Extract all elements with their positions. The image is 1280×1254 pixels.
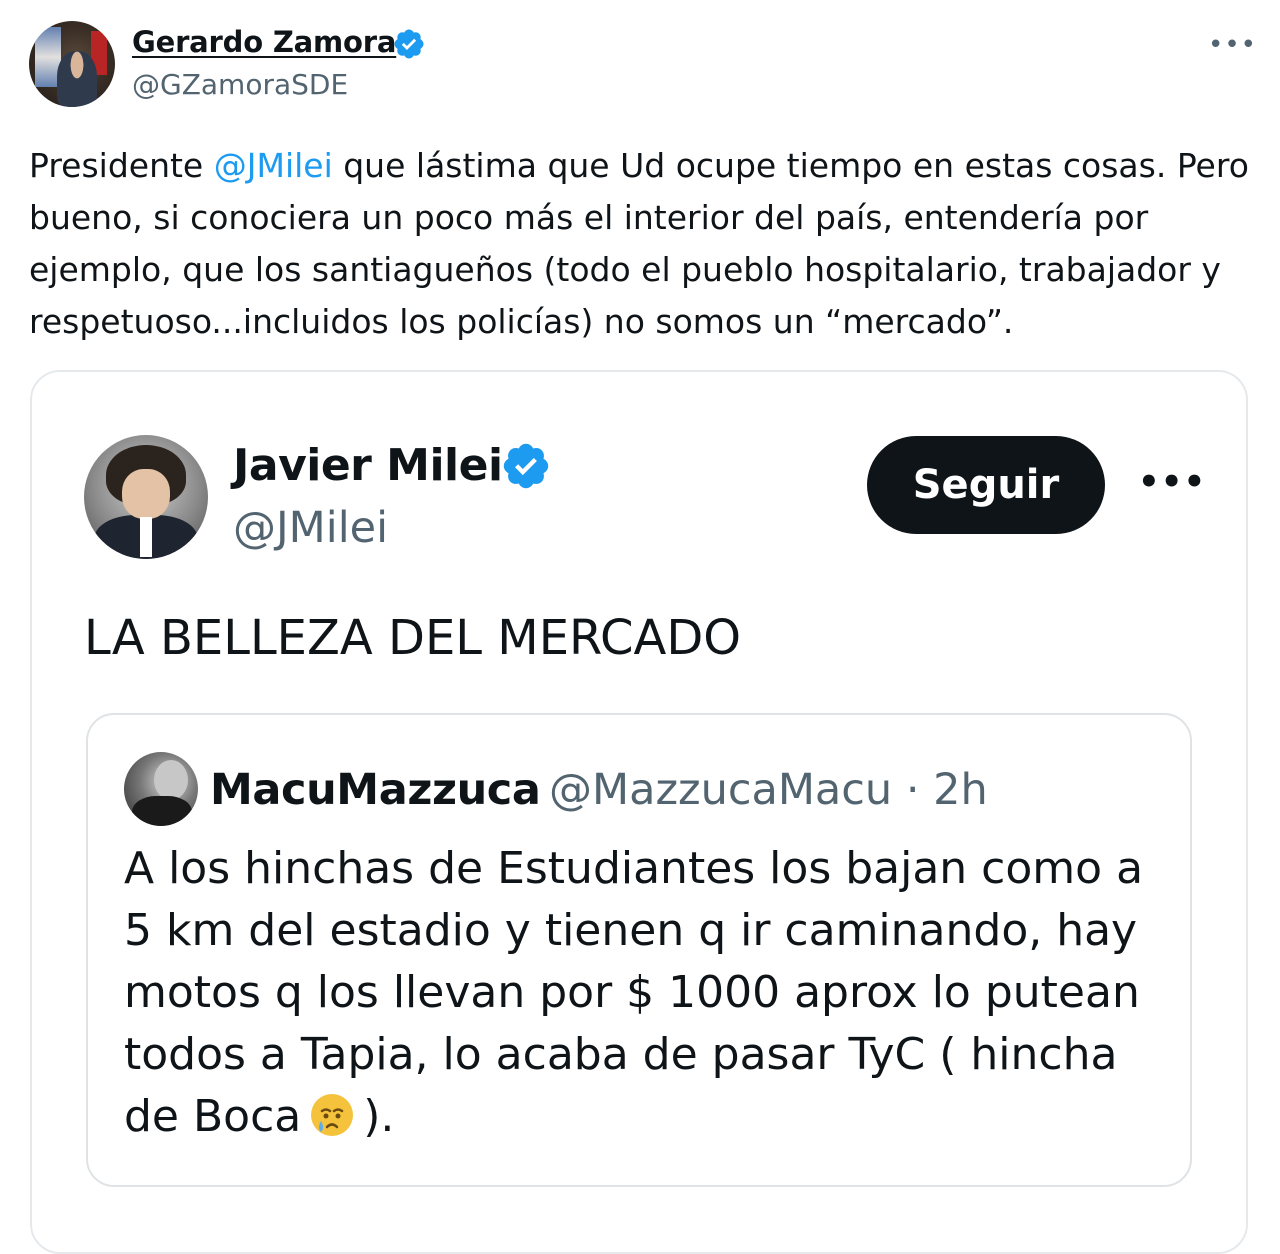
embedded-more-options-icon: ••• (1138, 462, 1207, 502)
verified-badge-icon (394, 29, 424, 59)
quoted-tweet-text: A los hinchas de Estudiantes los bajan c… (124, 838, 1164, 1148)
follow-button: Seguir (867, 436, 1105, 534)
quoted-author-avatar (124, 752, 198, 826)
avatar-tie-detail (140, 517, 152, 557)
quoted-author-name: MacuMazzuca (210, 765, 541, 815)
embedded-author-avatar (84, 435, 208, 559)
quoted-tweet-body: A los hinchas de Estudiantes los bajan c… (124, 843, 1144, 1142)
tweet-text: Presidente @JMilei que lástima que Ud oc… (29, 140, 1254, 348)
avatar-face-detail (122, 469, 170, 519)
author-name[interactable]: Gerardo Zamora (132, 25, 396, 59)
tweet-text-prefix: Presidente (29, 146, 214, 185)
embedded-author-name: Javier Milei (233, 440, 503, 491)
author-avatar[interactable] (29, 21, 115, 107)
embedded-tweet-text: LA BELLEZA DEL MERCADO (84, 610, 742, 666)
avatar-body-detail (132, 796, 192, 826)
author-handle[interactable]: @GZamoraSDE (132, 68, 348, 101)
avatar-person-detail (57, 51, 97, 107)
mention-link[interactable]: @JMilei (214, 146, 333, 185)
crying-face-emoji-icon (311, 1094, 354, 1136)
avatar-head-detail (154, 760, 188, 800)
embedded-author-handle: @JMilei (233, 503, 389, 553)
quoted-tweet-end: ). (363, 1091, 395, 1142)
verified-badge-icon (503, 443, 549, 489)
quoted-author-handle-time: @MazzucaMacu · 2h (549, 765, 988, 815)
more-options-icon[interactable]: ••• (1208, 30, 1257, 60)
